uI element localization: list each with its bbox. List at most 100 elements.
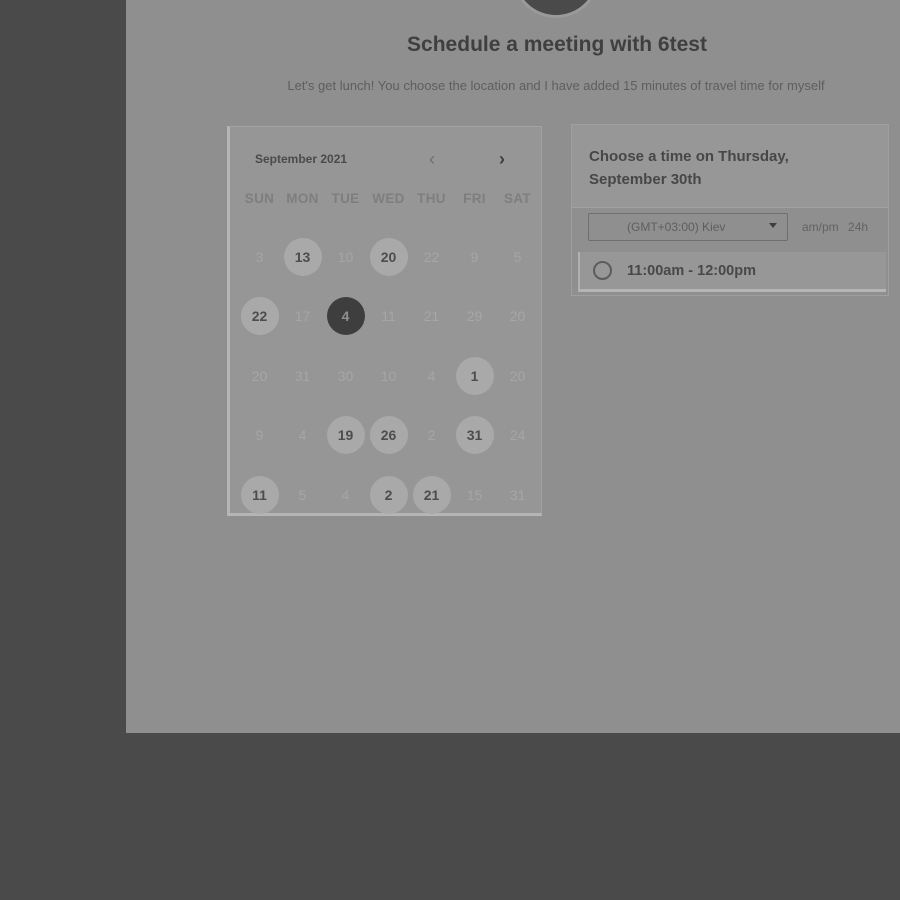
time-picker: Choose a time on Thursday, September 30t… xyxy=(571,124,889,296)
calendar-day: 9 xyxy=(453,227,496,287)
calendar-day[interactable]: 31 xyxy=(453,406,496,466)
calendar-day[interactable]: 19 xyxy=(324,406,367,466)
available-day[interactable]: 22 xyxy=(240,297,279,336)
calendar-day[interactable]: 1 xyxy=(453,346,496,406)
day-number: 5 xyxy=(298,486,307,503)
day-number: 31 xyxy=(509,486,526,503)
weekday-label: SAT xyxy=(504,191,531,206)
calendar-day[interactable]: 21 xyxy=(410,465,453,525)
available-day[interactable]: 20 xyxy=(369,237,408,276)
calendar-day: 31 xyxy=(281,346,324,406)
booking-page: Schedule a meeting with 6test Let's get … xyxy=(126,0,900,733)
available-day[interactable]: 11 xyxy=(240,475,279,514)
page-title: Schedule a meeting with 6test xyxy=(407,33,707,56)
weekday-label: THU xyxy=(417,191,446,206)
day-number: 15 xyxy=(466,486,483,503)
calendar-day: 10 xyxy=(367,346,410,406)
month-label: September 2021 xyxy=(255,152,348,166)
prev-month-button[interactable]: ‹ xyxy=(420,147,444,171)
radio-icon[interactable] xyxy=(593,261,612,280)
calendar-day: 29 xyxy=(453,287,496,347)
day-number: 4 xyxy=(298,427,307,444)
calendar-day: 4 xyxy=(324,465,367,525)
available-day[interactable]: 2 xyxy=(369,475,408,514)
days-grid: 3 13 10 20 22 9 5 22 17 4 11 21 29 20 20 31 30 10 4 1 20 9 4 19… xyxy=(238,227,539,525)
time-format-toggle: am/pm 24h xyxy=(802,220,874,234)
weekday-label: SUN xyxy=(244,191,275,206)
calendar-day: 20 xyxy=(496,287,539,347)
selected-day[interactable]: 4 xyxy=(326,297,365,336)
day-number: 20 xyxy=(509,367,526,384)
available-day[interactable]: 19 xyxy=(326,416,365,455)
calendar-day[interactable]: 2 xyxy=(367,465,410,525)
weekday-label: MON xyxy=(286,191,319,206)
day-number: 9 xyxy=(470,248,479,265)
time-slot[interactable]: 11:00am - 12:00pm xyxy=(578,252,886,292)
calendar-day: 5 xyxy=(496,227,539,287)
calendar-day[interactable]: 4 xyxy=(324,287,367,347)
calendar-day: 10 xyxy=(324,227,367,287)
weekday-header: SUN MON TUE WED THU FRI SAT xyxy=(238,191,539,206)
time-slot-label: 11:00am - 12:00pm xyxy=(627,263,756,279)
calendar-day[interactable]: 20 xyxy=(367,227,410,287)
calendar-day[interactable]: 11 xyxy=(238,465,281,525)
calendar-day: 5 xyxy=(281,465,324,525)
calendar-day: 15 xyxy=(453,465,496,525)
day-number: 3 xyxy=(255,248,264,265)
day-number: 22 xyxy=(423,248,440,265)
day-number: 9 xyxy=(255,427,264,444)
meeting-description: Let's get lunch! You choose the location… xyxy=(287,78,825,93)
format-12h-option[interactable]: am/pm xyxy=(802,220,839,234)
day-number: 10 xyxy=(337,248,354,265)
calendar-header: September 2021 ‹ › xyxy=(230,127,541,187)
caret-down-icon xyxy=(769,223,777,228)
timezone-value: (GMT+03:00) Kiev xyxy=(627,220,726,234)
calendar-day: 22 xyxy=(410,227,453,287)
calendar-day[interactable]: 22 xyxy=(238,287,281,347)
time-picker-header: Choose a time on Thursday, September 30t… xyxy=(572,125,888,208)
day-number: 11 xyxy=(381,308,396,325)
format-24h-option[interactable]: 24h xyxy=(848,220,868,234)
calendar-day: 17 xyxy=(281,287,324,347)
day-number: 10 xyxy=(380,367,397,384)
available-day[interactable]: 13 xyxy=(283,237,322,276)
calendar-day[interactable]: 13 xyxy=(281,227,324,287)
next-month-button[interactable]: › xyxy=(490,147,514,171)
chevron-left-icon: ‹ xyxy=(429,149,435,169)
calendar-day: 9 xyxy=(238,406,281,466)
calendar-day: 20 xyxy=(496,346,539,406)
available-day[interactable]: 26 xyxy=(369,416,408,455)
calendar-day: 20 xyxy=(238,346,281,406)
calendar-day: 4 xyxy=(410,346,453,406)
weekday-label: WED xyxy=(372,191,405,206)
weekday-label: FRI xyxy=(463,191,486,206)
calendar-day: 31 xyxy=(496,465,539,525)
available-day[interactable]: 31 xyxy=(455,416,494,455)
chevron-right-icon: › xyxy=(499,149,505,169)
day-number: 21 xyxy=(423,308,440,325)
day-number: 24 xyxy=(509,427,526,444)
day-number: 20 xyxy=(251,367,268,384)
calendar-day: 2 xyxy=(410,406,453,466)
weekday-label: TUE xyxy=(331,191,360,206)
day-number: 29 xyxy=(466,308,483,325)
available-day[interactable]: 21 xyxy=(412,475,451,514)
calendar-day: 3 xyxy=(238,227,281,287)
available-day[interactable]: 1 xyxy=(455,356,494,395)
calendar-day[interactable]: 26 xyxy=(367,406,410,466)
avatar xyxy=(512,0,600,18)
calendar-day: 24 xyxy=(496,406,539,466)
calendar-day: 11 xyxy=(367,287,410,347)
day-number: 30 xyxy=(337,367,354,384)
timezone-select[interactable]: (GMT+03:00) Kiev xyxy=(588,213,788,241)
day-number: 4 xyxy=(427,367,436,384)
calendar-day: 4 xyxy=(281,406,324,466)
day-number: 2 xyxy=(427,427,436,444)
day-number: 5 xyxy=(513,248,522,265)
calendar-day: 21 xyxy=(410,287,453,347)
calendar: September 2021 ‹ › SUN MON TUE WED THU F… xyxy=(227,126,542,516)
day-number: 20 xyxy=(509,308,526,325)
time-picker-title: Choose a time on Thursday, September 30t… xyxy=(589,148,789,188)
calendar-day: 30 xyxy=(324,346,367,406)
day-number: 31 xyxy=(294,367,311,384)
